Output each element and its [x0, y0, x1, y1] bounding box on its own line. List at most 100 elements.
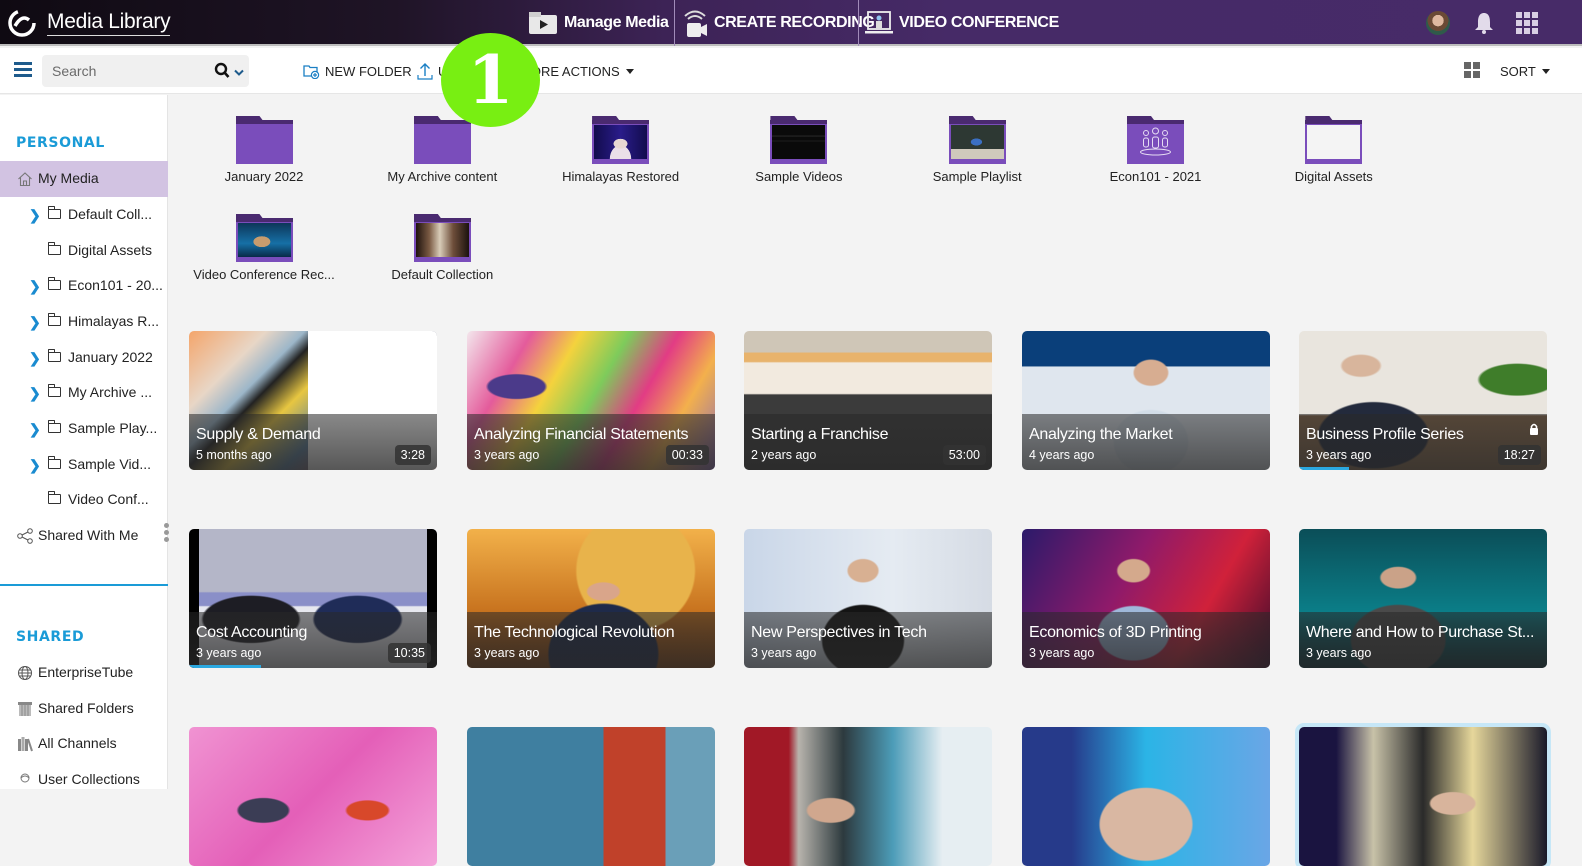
sidebar-item-my-media[interactable]: My Media — [0, 161, 168, 197]
watch-progress-bar — [1299, 467, 1349, 470]
sidebar-item-folder[interactable]: ❯ My Archive ... — [0, 375, 168, 411]
app-logo-icon[interactable] — [6, 8, 38, 38]
sidebar-item-folder[interactable]: ❯ Himalayas R... — [0, 304, 168, 340]
chevron-right-icon[interactable]: ❯ — [29, 278, 41, 295]
video-card[interactable] — [467, 727, 715, 866]
search-input[interactable] — [52, 55, 202, 87]
folder-tile[interactable]: Sample Videos — [724, 116, 874, 184]
chevron-right-icon[interactable]: ❯ — [29, 457, 41, 474]
apps-grid-icon[interactable] — [1516, 12, 1538, 34]
sidebar-divider — [0, 584, 168, 586]
folder-icon — [592, 116, 650, 164]
sidebar-item-label: Sample Vid... — [68, 456, 152, 472]
folder-thumbnail — [237, 223, 291, 257]
chevron-right-icon[interactable]: ❯ — [29, 207, 41, 224]
folder-thumbnail — [772, 125, 826, 159]
video-title: Where and How to Purchase St... — [1306, 624, 1535, 641]
chevron-right-icon[interactable]: ❯ — [29, 385, 41, 402]
sidebar-item-shared-with-me[interactable]: Shared With Me — [0, 518, 168, 554]
sidebar-item-shared-folders[interactable]: Shared Folders — [0, 691, 168, 727]
notification-bell-icon[interactable] — [1474, 12, 1494, 39]
video-title: Analyzing the Market — [1029, 426, 1173, 443]
channels-icon — [17, 736, 33, 755]
folder-tile[interactable]: Econ101 - 2021 — [1081, 116, 1231, 184]
folder-tile[interactable]: January 2022 — [189, 116, 339, 184]
folder-name: Video Conference Rec... — [193, 267, 335, 282]
sidebar-item-label: Himalayas R... — [68, 313, 160, 329]
nav-manage-media[interactable]: Manage Media — [528, 0, 669, 46]
video-age: 3 years ago — [1306, 646, 1372, 660]
folder-thumbnail — [950, 125, 1004, 159]
sort-button[interactable]: SORT — [1500, 48, 1550, 94]
folder-tile[interactable]: Sample Playlist — [902, 116, 1052, 184]
user-avatar[interactable] — [1426, 11, 1450, 35]
sidebar-item-folder[interactable]: ❯ Sample Play... — [0, 411, 168, 447]
caret-down-icon — [1541, 68, 1550, 74]
search-box — [42, 55, 249, 87]
sidebar-item-folder[interactable]: Digital Assets — [0, 233, 168, 269]
nav-create-recording[interactable]: CREATE RECORDING — [682, 0, 875, 46]
sidebar-item-label: EnterpriseTube — [38, 664, 134, 680]
folder-icon — [235, 116, 293, 164]
sidebar-item-label: Digital Assets — [68, 242, 153, 258]
folder-tile[interactable]: Video Conference Rec... — [189, 214, 339, 282]
nav-create-recording-label: CREATE RECORDING — [714, 14, 875, 31]
video-title: Business Profile Series — [1306, 426, 1464, 443]
sidebar-item-folder[interactable]: Video Conf... — [0, 482, 168, 518]
nav-video-conference-label: VIDEO CONFERENCE — [899, 14, 1059, 31]
step-badge: 1 — [441, 33, 540, 127]
menu-hamburger-icon[interactable] — [14, 62, 32, 80]
chevron-right-icon[interactable]: ❯ — [29, 421, 41, 438]
folder-tile[interactable]: Default Collection — [367, 214, 517, 282]
video-title: Economics of 3D Printing — [1029, 624, 1202, 641]
video-age: 5 months ago — [196, 448, 272, 462]
sidebar-item-user-collections[interactable]: User Collections — [0, 762, 168, 798]
sidebar-item-folder[interactable]: ❯ January 2022 — [0, 340, 168, 376]
folder-name: My Archive content — [387, 169, 498, 184]
app-title[interactable]: Media Library — [47, 10, 171, 36]
video-title: Analyzing Financial Statements — [474, 426, 689, 443]
chevron-right-icon[interactable]: ❯ — [29, 314, 41, 331]
folder-thumbnail — [1307, 125, 1361, 159]
sidebar-item-all-channels[interactable]: All Channels — [0, 726, 168, 762]
share-icon — [17, 528, 34, 547]
sidebar-item-enterprisetube[interactable]: EnterpriseTube — [0, 655, 168, 691]
video-card[interactable]: Business Profile Series 3 years ago 18:27 — [1299, 331, 1547, 470]
video-thumbnail — [189, 727, 437, 866]
folder-tile[interactable]: Digital Assets — [1259, 116, 1409, 184]
folder-name: January 2022 — [224, 169, 304, 184]
grid-view-icon[interactable] — [1464, 62, 1480, 78]
folder-icon — [1305, 116, 1363, 164]
toolbar: NEW FOLDER UPLOAD MORE ACTIONS SORT — [0, 48, 1582, 94]
video-card[interactable] — [189, 727, 437, 866]
search-icon[interactable] — [214, 62, 230, 84]
sidebar-item-folder[interactable]: ❯ Sample Vid... — [0, 447, 168, 483]
video-duration: 53:00 — [942, 445, 986, 465]
video-age: 3 years ago — [1029, 646, 1095, 660]
sidebar-resize-handle[interactable] — [164, 523, 169, 544]
search-options-chevron-down-icon[interactable] — [234, 64, 244, 82]
nav-video-conference[interactable]: VIDEO CONFERENCE — [865, 0, 1059, 46]
video-card[interactable] — [1295, 723, 1551, 866]
nav-manage-media-label: Manage Media — [564, 14, 669, 31]
folder-icon — [48, 384, 61, 397]
sidebar-item-folder[interactable]: ❯ Default Coll... — [0, 197, 168, 233]
video-card[interactable]: Cost Accounting 3 years ago 10:35 — [189, 529, 437, 668]
folder-tile[interactable]: Himalayas Restored — [546, 116, 696, 184]
video-card[interactable]: Supply & Demand 5 months ago 3:28 — [189, 331, 437, 470]
sidebar-item-folder[interactable]: ❯ Econ101 - 20... — [0, 268, 168, 304]
sidebar-item-label: January 2022 — [68, 349, 153, 365]
video-card[interactable]: Economics of 3D Printing 3 years ago — [1022, 529, 1270, 668]
video-card[interactable]: New Perspectives in Tech 3 years ago — [744, 529, 992, 668]
new-folder-button[interactable]: NEW FOLDER — [303, 48, 412, 94]
video-card[interactable]: Analyzing the Market 4 years ago — [1022, 331, 1270, 470]
video-card[interactable] — [744, 727, 992, 866]
video-card[interactable]: Where and How to Purchase St... 3 years a… — [1299, 529, 1547, 668]
chevron-right-icon[interactable]: ❯ — [29, 350, 41, 367]
sidebar-item-label: Shared Folders — [38, 700, 134, 716]
video-card[interactable] — [1022, 727, 1270, 866]
video-card[interactable]: The Technological Revolution 3 years ago — [467, 529, 715, 668]
video-card[interactable]: Analyzing Financial Statements 3 years ag… — [467, 331, 715, 470]
group-icon — [1140, 127, 1171, 156]
video-card[interactable]: Starting a Franchise 2 years ago 53:00 — [744, 331, 992, 470]
